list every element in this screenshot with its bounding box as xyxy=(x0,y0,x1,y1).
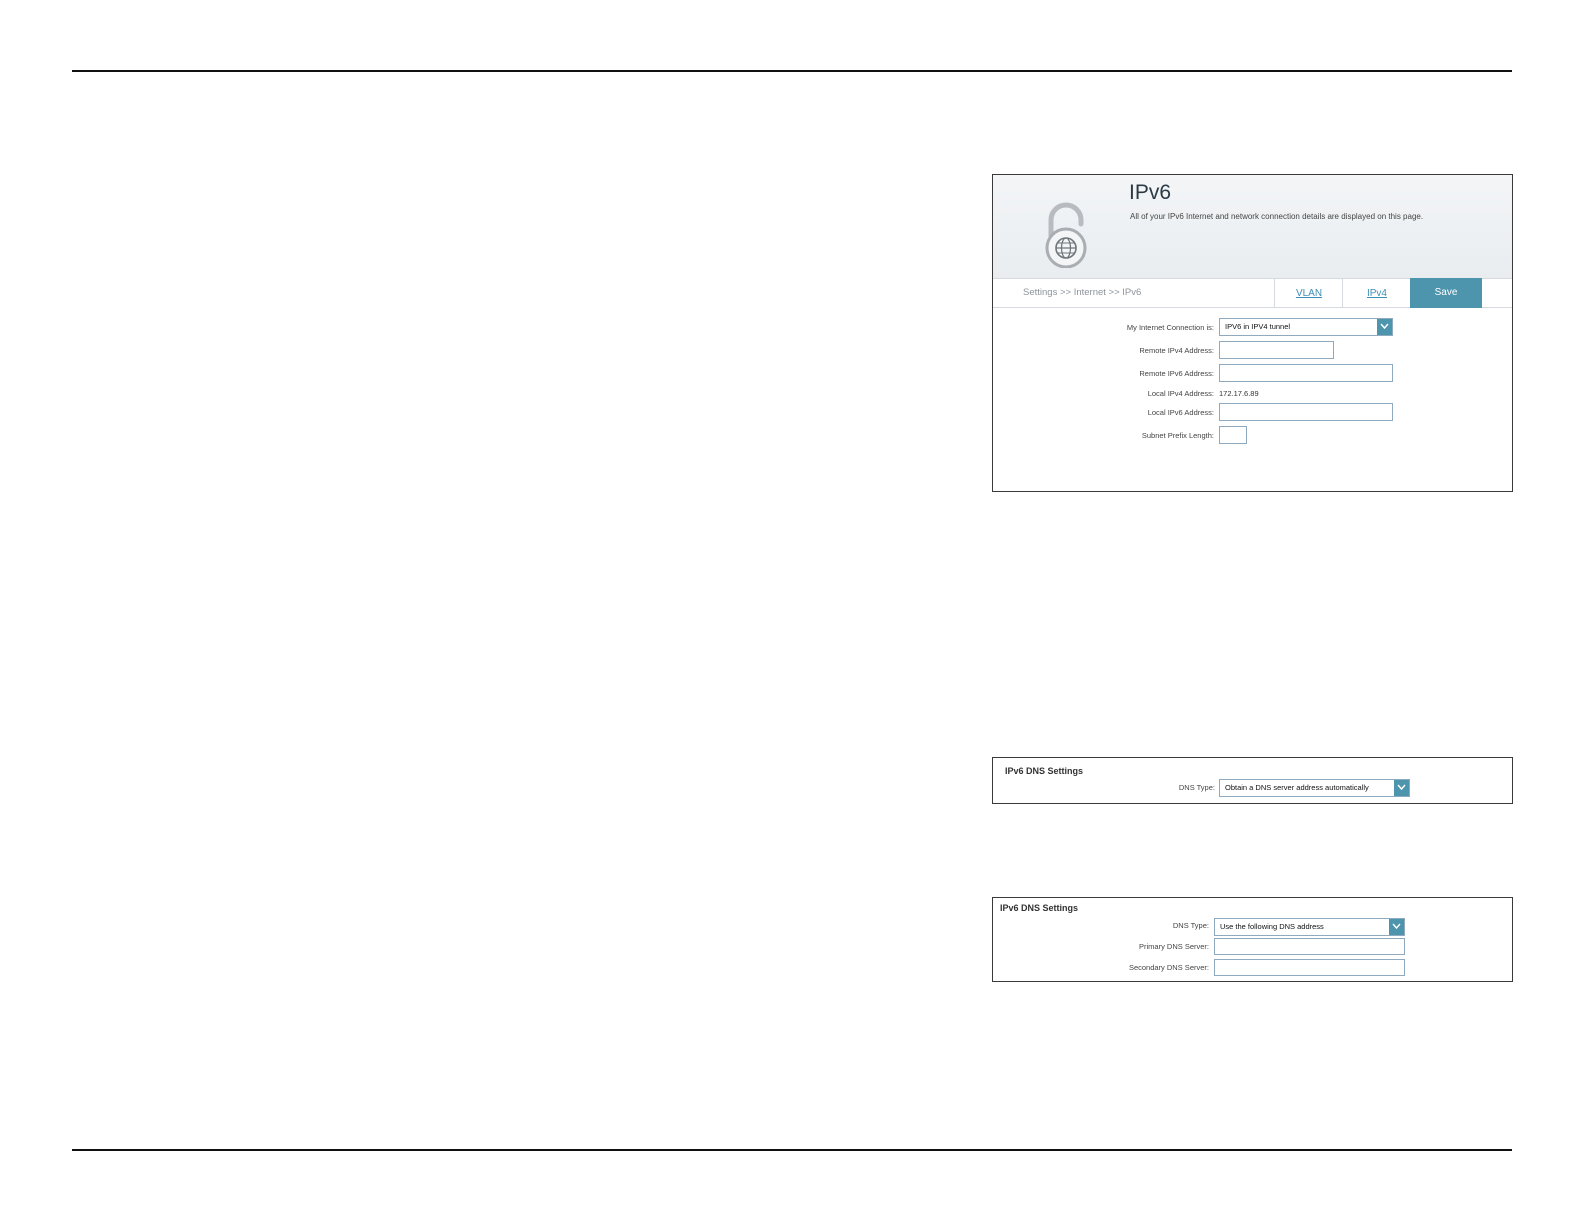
lock-globe-icon xyxy=(1041,202,1091,269)
dns-type-label: DNS Type: xyxy=(1172,921,1209,930)
ipv6-settings-panel: IPv6 All of your IPv6 Internet and netwo… xyxy=(992,174,1513,492)
bottom-rule xyxy=(72,1149,1512,1151)
dns-type-value: Obtain a DNS server address automaticall… xyxy=(1225,783,1369,792)
page-subtitle: All of your IPv6 Internet and network co… xyxy=(1130,212,1424,221)
connection-type-value: IPV6 in IPV4 tunnel xyxy=(1225,322,1291,331)
dns-settings-auto-panel: IPv6 DNS Settings DNS Type: Obtain a DNS… xyxy=(992,757,1513,804)
chevron-down-icon[interactable] xyxy=(1389,919,1404,935)
chevron-down-icon[interactable] xyxy=(1394,780,1409,796)
tab-ipv4[interactable]: IPv4 xyxy=(1342,279,1411,307)
nav-bar: Settings >> Internet >> IPv6 VLAN IPv4 S… xyxy=(993,278,1512,308)
top-rule xyxy=(72,70,1512,72)
dns-type-value: Use the following DNS address xyxy=(1220,922,1324,931)
secondary-dns-input[interactable] xyxy=(1214,959,1405,976)
prefix-length-input[interactable] xyxy=(1219,426,1247,444)
remote-ipv4-input[interactable] xyxy=(1219,341,1334,359)
local-ipv4-label: Local IPv4 Address: xyxy=(1147,389,1214,398)
save-button[interactable]: Save xyxy=(1410,278,1482,308)
dns-type-select[interactable]: Use the following DNS address xyxy=(1214,918,1405,936)
connection-type-select[interactable]: IPV6 in IPV4 tunnel xyxy=(1219,318,1393,336)
local-ipv4-value: 172.17.6.89 xyxy=(1219,389,1259,398)
page-title: IPv6 xyxy=(1129,181,1172,204)
connection-type-label: My Internet Connection is: xyxy=(1126,323,1214,332)
remote-ipv4-label: Remote IPv4 Address: xyxy=(1139,346,1214,355)
page-header: IPv6 All of your IPv6 Internet and netwo… xyxy=(993,175,1512,278)
local-ipv6-label: Local IPv6 Address: xyxy=(1147,408,1214,417)
prefix-length-label: Subnet Prefix Length: xyxy=(1141,431,1214,440)
remote-ipv6-input[interactable] xyxy=(1219,364,1393,382)
secondary-dns-label: Secondary DNS Server: xyxy=(1128,963,1209,972)
primary-dns-input[interactable] xyxy=(1214,938,1405,955)
section-title: IPv6 DNS Settings xyxy=(1005,766,1084,776)
primary-dns-label: Primary DNS Server: xyxy=(1138,942,1209,951)
breadcrumb: Settings >> Internet >> IPv6 xyxy=(1023,287,1142,298)
local-ipv6-input[interactable] xyxy=(1219,403,1393,421)
chevron-down-icon[interactable] xyxy=(1377,319,1392,335)
section-title: IPv6 DNS Settings xyxy=(1000,903,1079,913)
remote-ipv6-label: Remote IPv6 Address: xyxy=(1139,369,1214,378)
dns-type-label: DNS Type: xyxy=(1178,783,1215,792)
tab-vlan[interactable]: VLAN xyxy=(1274,279,1343,307)
dns-type-select[interactable]: Obtain a DNS server address automaticall… xyxy=(1219,779,1410,797)
dns-settings-manual-panel: IPv6 DNS Settings DNS Type: Use the foll… xyxy=(992,897,1513,982)
